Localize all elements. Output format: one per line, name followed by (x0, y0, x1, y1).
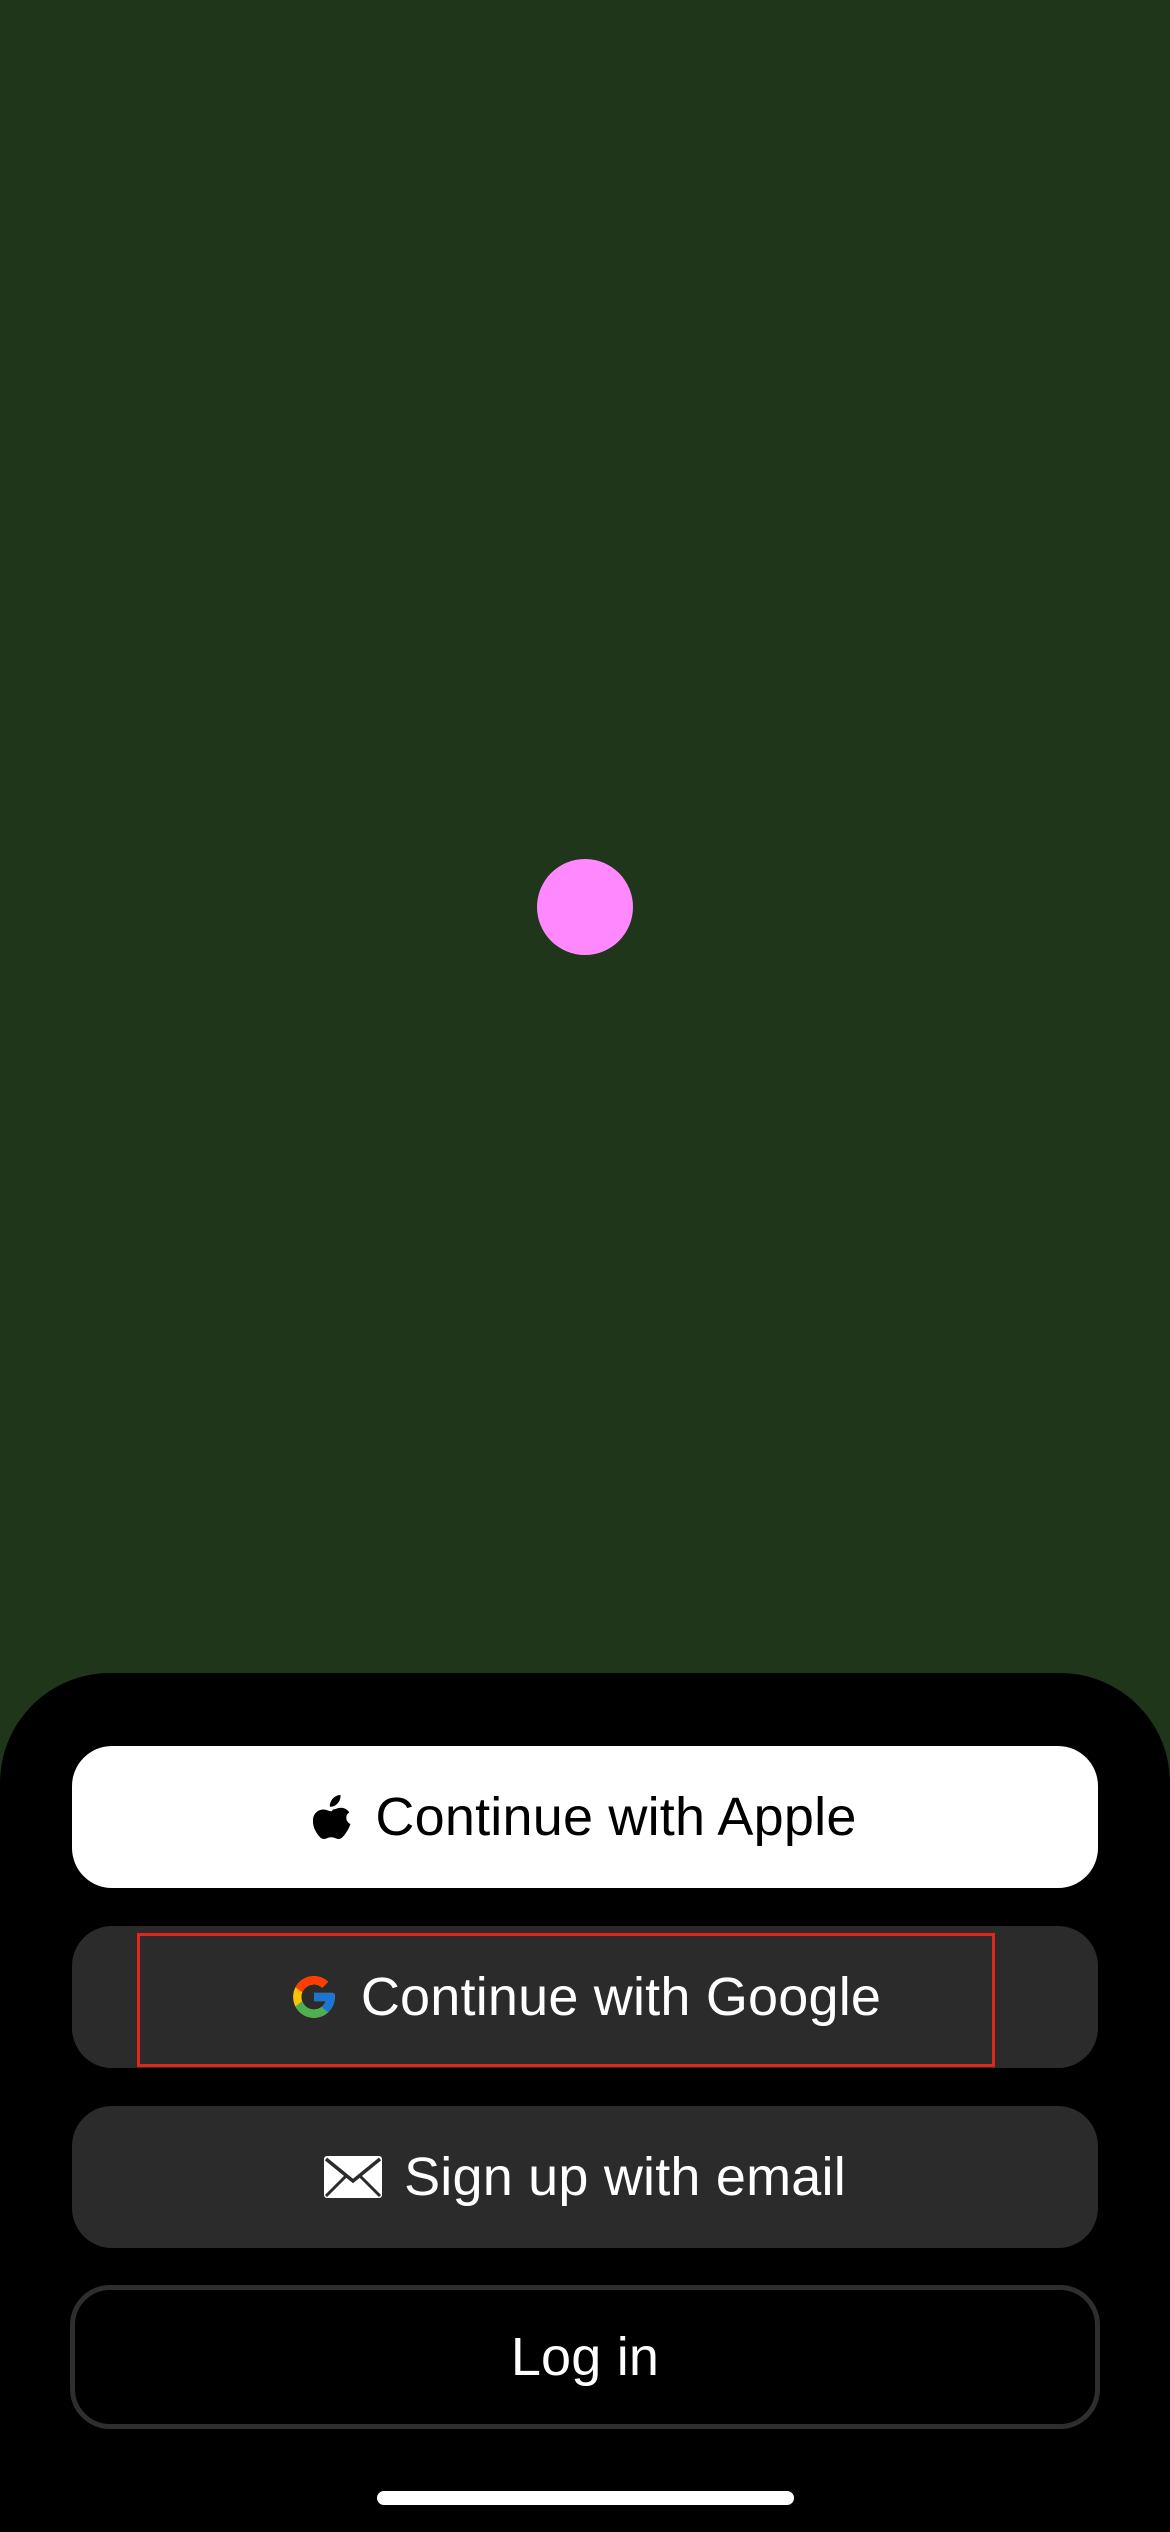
log-in-label: Log in (510, 2327, 660, 2387)
sign-up-with-email-label: Sign up with email (404, 2147, 846, 2207)
continue-with-apple-label: Continue with Apple (375, 1787, 857, 1847)
screen: Continue with Apple Continue with Google… (0, 0, 1170, 2532)
loading-dot (537, 859, 633, 955)
home-indicator (377, 2491, 794, 2505)
log-in-button[interactable]: Log in (70, 2285, 1100, 2429)
envelope-icon (324, 2156, 383, 2198)
continue-with-google-label: Continue with Google (360, 1967, 882, 2027)
sign-up-with-email-button[interactable]: Sign up with email (72, 2106, 1098, 2248)
google-icon (289, 1972, 339, 2022)
apple-icon (313, 1793, 353, 1841)
continue-with-apple-button[interactable]: Continue with Apple (72, 1746, 1098, 1888)
continue-with-google-button[interactable]: Continue with Google (72, 1926, 1098, 2068)
